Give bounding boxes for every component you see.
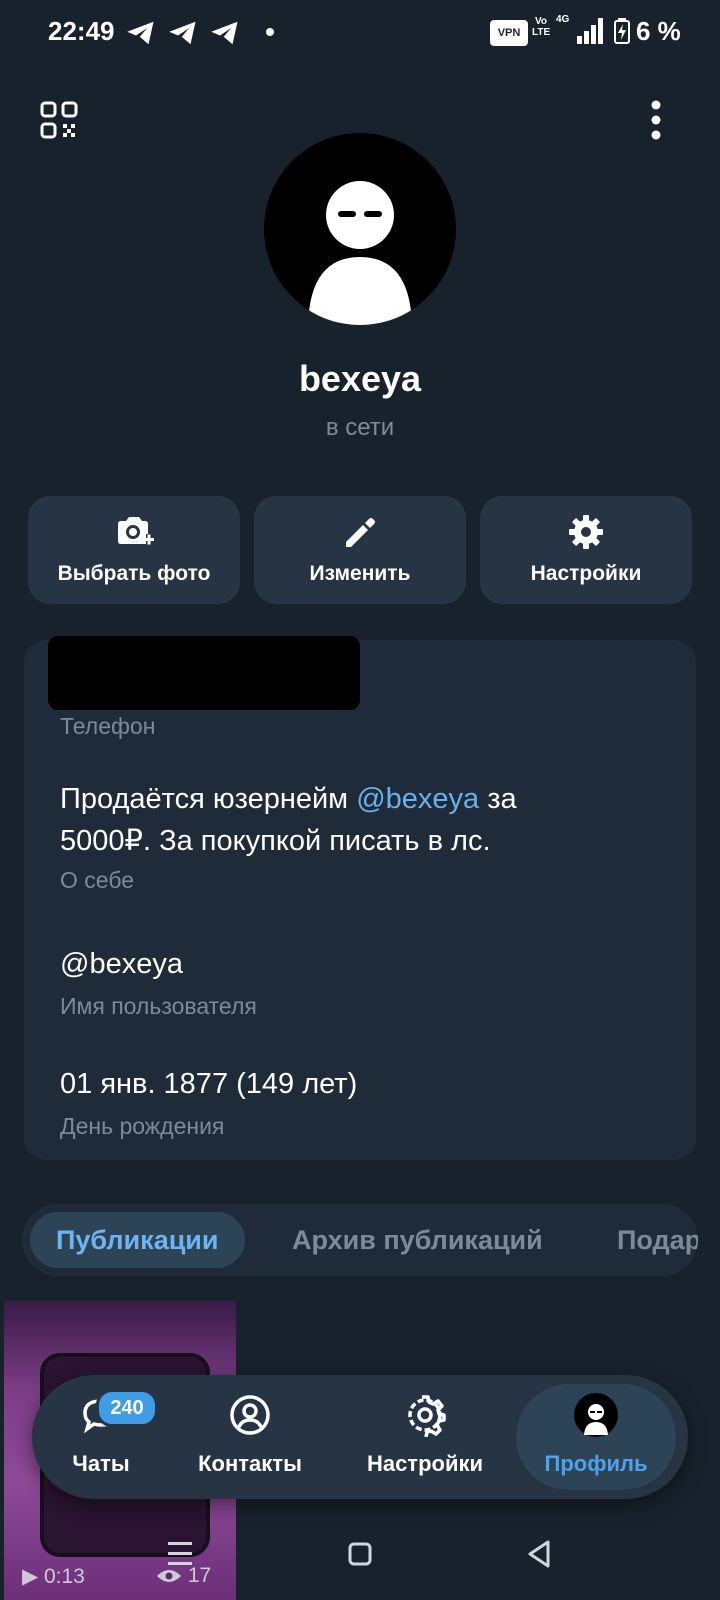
telegram-notification-icon [127,21,154,45]
contacts-icon [230,1395,270,1435]
bio-prefix: Продаётся юзернейм [60,783,357,815]
unread-badge: 240 [96,1389,158,1427]
vpn-indicator: VPN [490,20,528,46]
bio-suffix: за [479,783,517,815]
nav-chats-label: Чаты [72,1451,130,1476]
pencil-icon [346,518,375,547]
gear-icon [408,1395,446,1437]
nav-settings[interactable]: Настройки [345,1375,505,1499]
signal-icon [577,18,603,44]
telegram-notification-icon [211,21,238,45]
battery-percent: 6 % [636,16,681,46]
battery-icon [614,18,630,44]
tab-publications[interactable]: Публикации [30,1212,245,1268]
tab-gifts[interactable]: Подар [617,1212,698,1268]
username-label: Имя пользователя [60,993,257,1019]
qr-code-icon[interactable] [40,101,78,139]
online-status: в сети [325,414,395,441]
choose-photo-button[interactable]: Выбрать фото [28,496,240,604]
volte-indicator: Vo LTE [532,16,551,38]
nav-contacts-label: Контакты [198,1451,302,1476]
back-icon[interactable] [520,1534,560,1574]
telegram-notification-icon [169,21,196,45]
camera-add-icon [118,517,154,545]
choose-photo-label: Выбрать фото [57,562,211,585]
nav-profile[interactable]: Профиль [516,1375,676,1499]
nav-settings-label: Настройки [366,1451,484,1476]
bio-username-link[interactable]: @bexeya [356,783,479,815]
profile-tabs: Публикации Архив публикаций Подар [22,1204,698,1276]
profile-avatar[interactable] [264,133,456,325]
nav-contacts[interactable]: Контакты [180,1375,320,1499]
avatar-icon [308,181,412,325]
recent-apps-icon[interactable] [160,1534,200,1574]
bio-text: Продаётся юзернейм @bexeya за 5000₽. За … [60,778,680,862]
phone-label: Телефон [60,713,156,739]
more-menu-icon[interactable] [650,100,662,140]
birthday-value: 01 янв. 1877 (149 лет) [60,1068,358,1100]
nav-profile-label: Профиль [544,1451,648,1476]
gear-icon [569,515,603,549]
edit-button[interactable]: Изменить [254,496,466,604]
notification-dot [266,28,274,36]
bio-label: О себе [60,867,135,893]
home-icon[interactable] [340,1534,380,1574]
phone-redacted [48,636,360,710]
profile-name: bexeya [298,358,422,399]
story-duration: ▶ 0:13 [22,1565,85,1588]
tab-publications-archive[interactable]: Архив публикаций [292,1212,543,1268]
username-value[interactable]: @bexeya [60,943,183,985]
settings-label: Настройки [530,562,642,585]
bio-line2: 5000₽. За покупкой писать в лс. [60,825,491,857]
duration-text: 0:13 [43,1565,85,1588]
edit-label: Изменить [309,562,411,585]
avatar-icon [574,1393,618,1437]
settings-button[interactable]: Настройки [480,496,692,604]
birthday-label: День рождения [60,1113,225,1139]
status-time: 22:49 [48,16,115,46]
network-type: 4G [556,14,570,25]
